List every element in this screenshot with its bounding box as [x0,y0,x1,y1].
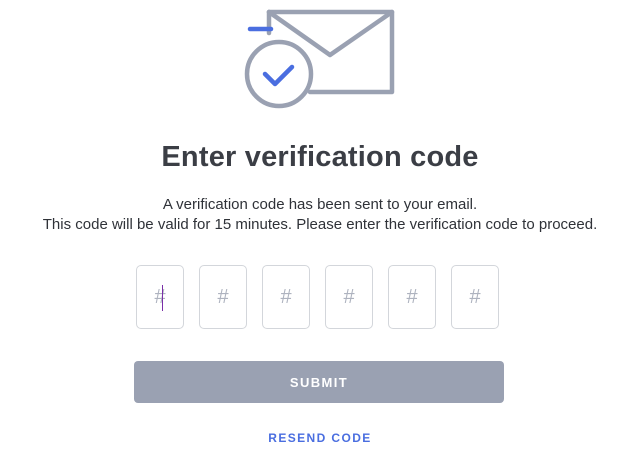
instructions-line-2: This code will be valid for 15 minutes. … [42,216,598,233]
resend-code-link[interactable]: RESEND CODE [0,431,640,445]
page-title: Enter verification code [161,141,479,173]
instructions-line-1: A verification code has been sent to you… [162,196,478,213]
code-digit-2-input[interactable] [199,265,247,329]
code-digit-3-input[interactable] [262,265,310,329]
verification-page: Enter verification code A verification c… [0,0,640,466]
code-digit-1-input[interactable] [136,265,184,329]
code-digit-4-input[interactable] [325,265,373,329]
submit-button[interactable]: SUBMIT [134,361,504,403]
code-digit-6-input[interactable] [451,265,499,329]
email-check-icon [244,9,395,109]
code-digit-5-input[interactable] [388,265,436,329]
